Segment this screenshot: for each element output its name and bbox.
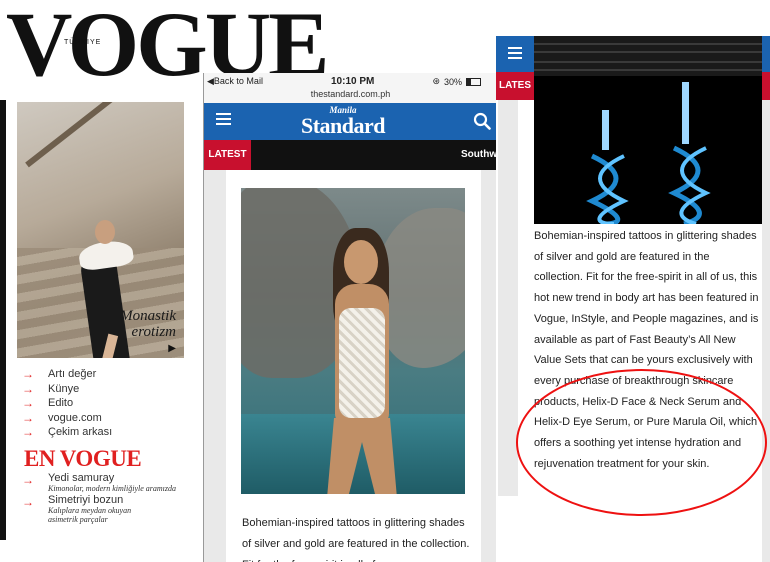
address-url[interactable]: thestandard.com.ph bbox=[204, 89, 497, 99]
rotation-lock-icon: ⊛ bbox=[432, 76, 440, 86]
cover-photo[interactable]: Monastik erotizm ▶ bbox=[17, 102, 184, 358]
feature-simetriyi-bozun[interactable]: → Simetriyi bozun Kalıplara meydan okuya… bbox=[22, 494, 131, 524]
left-gutter bbox=[204, 170, 226, 562]
arrow-right-icon: → bbox=[22, 425, 34, 440]
site-logo[interactable]: Manila Standard bbox=[301, 106, 386, 138]
status-bar: ◀Back to Mail 10:10 PM ⊛ 30% thestandard… bbox=[204, 73, 497, 103]
arrow-right-icon: → bbox=[22, 495, 34, 509]
phone-screenshot: ◀Back to Mail 10:10 PM ⊛ 30% thestandard… bbox=[203, 73, 497, 562]
left-gutter bbox=[498, 100, 518, 496]
nav-item-label: Künye bbox=[48, 382, 80, 395]
nav-item-label: Edito bbox=[48, 397, 74, 410]
nav-item-label: vogue.com bbox=[48, 411, 102, 424]
nav-item-label: Artı değer bbox=[48, 368, 97, 381]
back-triangle-icon: ◀ bbox=[207, 76, 214, 86]
play-triangle-icon[interactable]: ▶ bbox=[168, 343, 176, 354]
cover-railing bbox=[25, 102, 148, 168]
nav-item-cekim-arkasi[interactable]: → Çekim arkası bbox=[22, 425, 112, 440]
article-photo[interactable] bbox=[241, 188, 465, 494]
logo-main: Standard bbox=[301, 113, 386, 138]
back-label: Back to Mail bbox=[213, 76, 263, 86]
nav-item-kunye[interactable]: → Künye bbox=[22, 382, 112, 397]
nav-item-label: Çekim arkası bbox=[48, 426, 113, 439]
hamburger-menu-icon[interactable] bbox=[216, 113, 231, 128]
feature-desc: Kimonolar, modern kimliğiyle aramızda bbox=[48, 484, 176, 493]
nav-item-edito[interactable]: → Edito bbox=[22, 396, 112, 411]
latest-badge[interactable]: LATEST bbox=[204, 140, 251, 170]
ticker-headline[interactable]: Southw bbox=[461, 140, 497, 170]
arrow-right-icon: → bbox=[22, 381, 34, 396]
article-body: Bohemian-inspired tattoos in glittering … bbox=[534, 230, 759, 470]
feature-title: Yedi samuray bbox=[48, 472, 115, 484]
vogue-page: VOGUE TÜRKIYE Monastik erotizm ▶ → Artı d… bbox=[0, 0, 330, 562]
article-screenshot: LATES Bohemian-inspired tattoos in glitt… bbox=[496, 36, 770, 562]
search-icon[interactable] bbox=[473, 112, 491, 130]
arrow-right-icon: → bbox=[22, 396, 34, 411]
feature-desc-line1: Kalıplara meydan okuyan bbox=[48, 506, 132, 515]
latest-badge[interactable]: LATES bbox=[496, 72, 534, 100]
feature-desc-line2: asimetrik parçalar bbox=[48, 515, 108, 524]
battery-indicator: ⊛ 30% bbox=[432, 76, 481, 87]
photo-model-swimsuit bbox=[339, 308, 385, 418]
right-gutter bbox=[762, 100, 770, 562]
nav-item-vogue-com[interactable]: → vogue.com bbox=[22, 411, 112, 426]
nav-item-arti-deger[interactable]: → Artı değer bbox=[22, 367, 112, 382]
article-body: Bohemian-inspired tattoos in glittering … bbox=[242, 517, 470, 562]
feature-yedi-samuray[interactable]: → Yedi samuray Kimonolar, modern kimliği… bbox=[22, 472, 176, 493]
cover-model-head bbox=[95, 220, 115, 244]
status-time: 10:10 PM bbox=[331, 76, 375, 87]
vogue-nav: → Artı değer → Künye → Edito → vogue.com → Çe… bbox=[22, 367, 112, 440]
battery-icon bbox=[466, 77, 481, 86]
arrow-right-icon: → bbox=[22, 367, 34, 382]
back-to-mail-link[interactable]: ◀Back to Mail bbox=[207, 76, 263, 87]
cover-caption: Monastik erotizm bbox=[120, 308, 176, 340]
battery-percent: 30% bbox=[443, 76, 462, 87]
news-ticker: LATEST Southw bbox=[204, 140, 497, 170]
page-edge bbox=[0, 100, 6, 540]
right-edge-ticker bbox=[762, 72, 770, 100]
site-header: Manila Standard bbox=[204, 103, 497, 140]
hamburger-menu-icon[interactable] bbox=[496, 36, 534, 72]
cover-caption-line2: erotizm bbox=[131, 324, 176, 340]
feature-title: Simetriyi bozun bbox=[48, 494, 124, 506]
section-title: EN VOGUE bbox=[24, 446, 142, 471]
arrow-right-icon: → bbox=[22, 410, 34, 425]
cover-caption-line1: Monastik bbox=[120, 308, 176, 324]
product-video[interactable] bbox=[534, 36, 762, 224]
right-gutter bbox=[481, 170, 497, 562]
photo-model-face bbox=[344, 240, 378, 284]
arrow-right-icon: → bbox=[22, 473, 34, 487]
vogue-edition: TÜRKIYE bbox=[64, 39, 102, 46]
